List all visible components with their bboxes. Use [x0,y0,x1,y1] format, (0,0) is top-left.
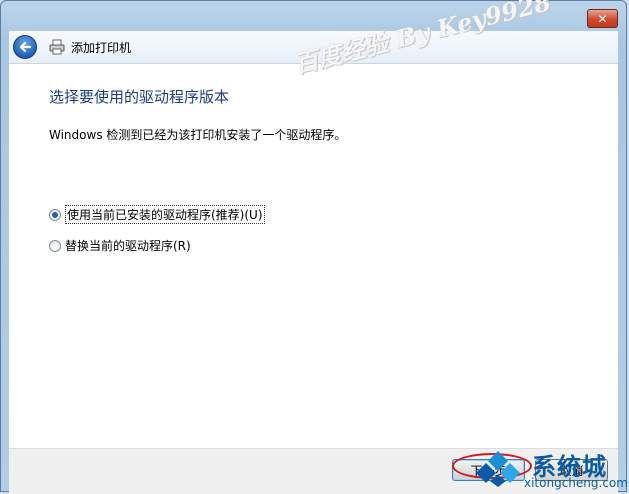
close-icon: ✕ [597,11,608,26]
radio-button[interactable] [49,239,61,252]
option-label[interactable]: 替换当前的驱动程序(R) [65,237,191,254]
close-button[interactable]: ✕ [587,9,618,28]
page-heading: 选择要使用的驱动程序版本 [49,88,230,106]
back-arrow-icon [19,41,32,53]
printer-icon [49,39,65,55]
annotation-ellipse [452,453,532,479]
wizard-content: 选择要使用的驱动程序版本 Windows 检测到已经为该打印机安装了一个驱动程序… [9,64,618,448]
radio-dot-icon [52,211,58,218]
back-button[interactable] [13,35,37,59]
option-replace-driver[interactable]: 替换当前的驱动程序(R) [49,237,191,254]
cancel-button[interactable]: 取消 [535,459,608,481]
title-bar: ✕ [1,1,626,31]
wizard-nav-bar: 添加打印机 [9,31,618,64]
option-use-current-driver[interactable]: 使用当前已安装的驱动程序(推荐)(U) [49,205,265,224]
wizard-title: 添加打印机 [71,40,132,55]
wizard-window: ✕ 添加打印机 选择要使用的驱动程序版本 Windows 检测到已经为该打印机安… [0,0,627,494]
page-description: Windows 检测到已经为该打印机安装了一个驱动程序。 [49,128,347,142]
option-label[interactable]: 使用当前已安装的驱动程序(推荐)(U) [65,205,265,224]
radio-button-selected[interactable] [49,208,61,221]
